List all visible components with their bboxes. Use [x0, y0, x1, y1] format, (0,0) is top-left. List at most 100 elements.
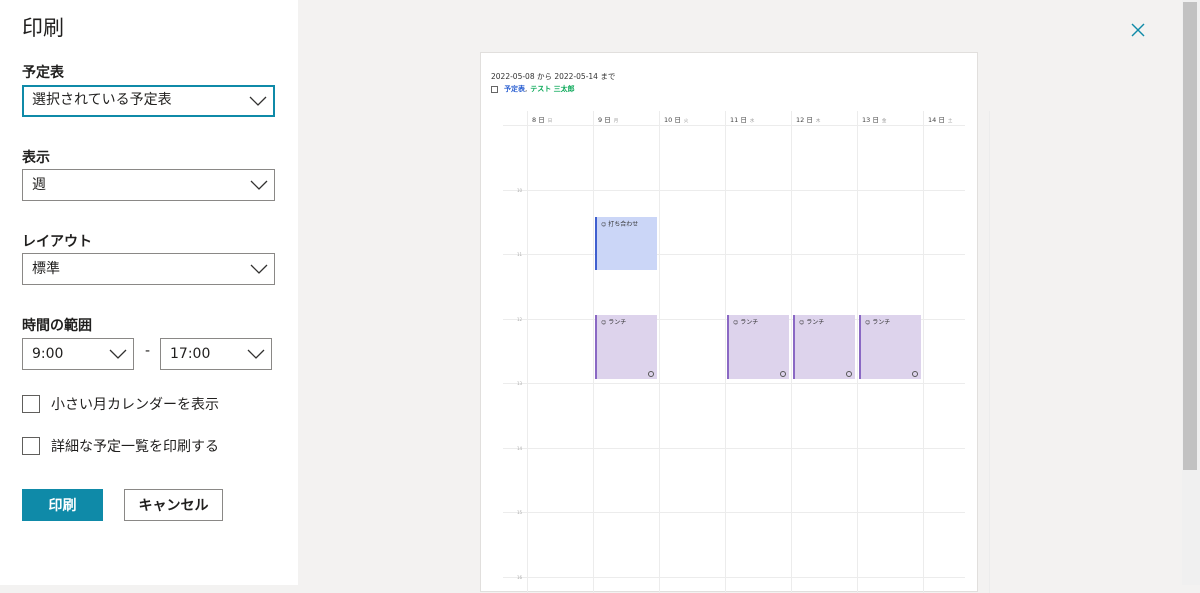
chevron-down-icon [250, 180, 268, 190]
end-time-value: 17:00 [170, 346, 211, 362]
grid-row-line [503, 254, 965, 255]
event-title: ランチ [872, 319, 891, 326]
calendar-select-value: 選択されている予定表 [32, 92, 172, 108]
calendar-label: 予定表 [22, 65, 64, 81]
grid-column-line [527, 111, 528, 593]
day-of-week: 土 [947, 119, 953, 124]
hour-label: 10 [517, 187, 523, 193]
calendar-event: ☺ ランチ [793, 315, 855, 379]
grid-row-line [503, 447, 965, 449]
day-of-week: 日 [547, 119, 553, 124]
day-of-week: 月 [613, 119, 619, 124]
calendar-event: ☺ ランチ [595, 315, 657, 379]
hour-label: 12 [517, 316, 523, 322]
event-title: ランチ [806, 319, 825, 326]
grid-column-line [725, 111, 726, 593]
close-icon[interactable] [1128, 20, 1148, 40]
dialog-title: 印刷 [22, 16, 64, 40]
attendee-icon: ☺ [865, 320, 871, 326]
layout-select-value: 標準 [32, 261, 60, 277]
layout-select[interactable]: 標準 [22, 253, 275, 285]
attendee-icon: ☺ [733, 320, 739, 326]
chevron-down-icon [109, 349, 127, 359]
print-preview-page: 2022-05-08 から 2022-05-14 まで 予定表 , テスト 三太… [480, 52, 990, 593]
day-date: 11 日 [730, 116, 747, 124]
start-time-select[interactable]: 9:00 [22, 338, 134, 370]
day-of-week: 火 [683, 119, 689, 124]
recurring-icon [780, 371, 786, 377]
view-label: 表示 [22, 150, 50, 166]
chevron-down-icon [247, 349, 265, 359]
week-grid: 8 日日9 日月 10 日火 11 日水 12 日木 13 日金 14 日土 10 11 12 1… [503, 111, 990, 593]
attendee-icon: ☺ [799, 320, 805, 326]
cancel-button[interactable]: キャンセル [124, 489, 223, 521]
day-date: 14 日 [928, 116, 945, 124]
chevron-down-icon [249, 96, 267, 106]
day-header: 10 日火 [664, 114, 688, 124]
grid-row-line [503, 189, 965, 191]
day-of-week: 水 [749, 119, 755, 124]
calendar-event: ☺ ランチ [859, 315, 921, 379]
preview-date-range: 2022-05-08 から 2022-05-14 まで [491, 72, 616, 81]
day-of-week: 金 [881, 119, 887, 124]
hour-label: 15 [517, 510, 523, 515]
day-date: 9 日 [598, 116, 611, 124]
hour-label: 13 [517, 381, 523, 386]
day-date: 8 日 [532, 116, 545, 124]
preview-calendar-owner: テスト 三太郎 [530, 85, 575, 93]
day-header: 11 日水 [730, 114, 754, 124]
event-title: ランチ [608, 319, 627, 326]
calendar-event: ☺ ランチ [727, 315, 789, 379]
start-time-value: 9:00 [32, 346, 64, 362]
hour-label: 11 [517, 252, 523, 257]
time-range-separator: - [145, 343, 151, 359]
hour-label: 14 [517, 445, 523, 451]
end-time-select[interactable]: 17:00 [160, 338, 272, 370]
event-title: 打ち合わせ [608, 221, 639, 228]
grid-column-line [791, 111, 792, 593]
calendar-icon [491, 85, 498, 93]
hour-label: 16 [517, 574, 523, 580]
grid-column-line [593, 111, 594, 593]
attendee-icon: ☺ [601, 222, 607, 228]
mini-calendar-option[interactable]: 小さい月カレンダーを表示 [22, 394, 219, 414]
calendar-select[interactable]: 選択されている予定表 [22, 85, 275, 117]
day-date: 10 日 [664, 116, 681, 124]
preview-calendar-legend: 予定表 , テスト 三太郎 [491, 84, 575, 94]
preview-calendar-separator: , [525, 85, 528, 93]
recurring-icon [846, 371, 852, 377]
layout-label: レイアウト [22, 234, 92, 250]
preview-calendar-name: 予定表 [504, 85, 525, 93]
print-button[interactable]: 印刷 [22, 489, 103, 521]
grid-row-line [503, 383, 965, 384]
grid-column-line [857, 111, 858, 593]
chevron-down-icon [250, 264, 268, 274]
print-settings-panel: 印刷 予定表 選択されている予定表 表示 週 レイアウト 標準 時間の範囲 9:… [0, 0, 298, 585]
grid-row-line [503, 125, 965, 126]
day-header: 12 日木 [796, 114, 820, 124]
grid-column-line [923, 111, 924, 593]
calendar-event: ☺ 打ち合わせ [595, 217, 657, 270]
recurring-icon [648, 371, 654, 377]
day-date: 13 日 [862, 116, 879, 124]
day-header: 13 日金 [862, 114, 886, 124]
day-header: 14 日土 [928, 114, 952, 124]
grid-column-line [659, 111, 660, 593]
recurring-icon [912, 371, 918, 377]
time-range-label: 時間の範囲 [22, 318, 92, 334]
day-header: 9 日月 [598, 114, 618, 124]
view-select-value: 週 [32, 177, 46, 193]
day-date: 12 日 [796, 116, 813, 124]
detailed-list-checkbox[interactable] [22, 437, 40, 455]
detailed-list-label: 詳細な予定一覧を印刷する [51, 439, 219, 455]
grid-row-line [503, 512, 965, 513]
day-of-week: 木 [815, 119, 821, 124]
detailed-list-option[interactable]: 詳細な予定一覧を印刷する [22, 436, 219, 456]
mini-calendar-checkbox[interactable] [22, 395, 40, 413]
view-select[interactable]: 週 [22, 169, 275, 201]
day-header: 8 日日 [532, 114, 552, 124]
grid-row-line [503, 576, 965, 578]
scrollbar-thumb[interactable] [1183, 2, 1197, 470]
event-title: ランチ [740, 319, 759, 326]
attendee-icon: ☺ [601, 320, 607, 326]
